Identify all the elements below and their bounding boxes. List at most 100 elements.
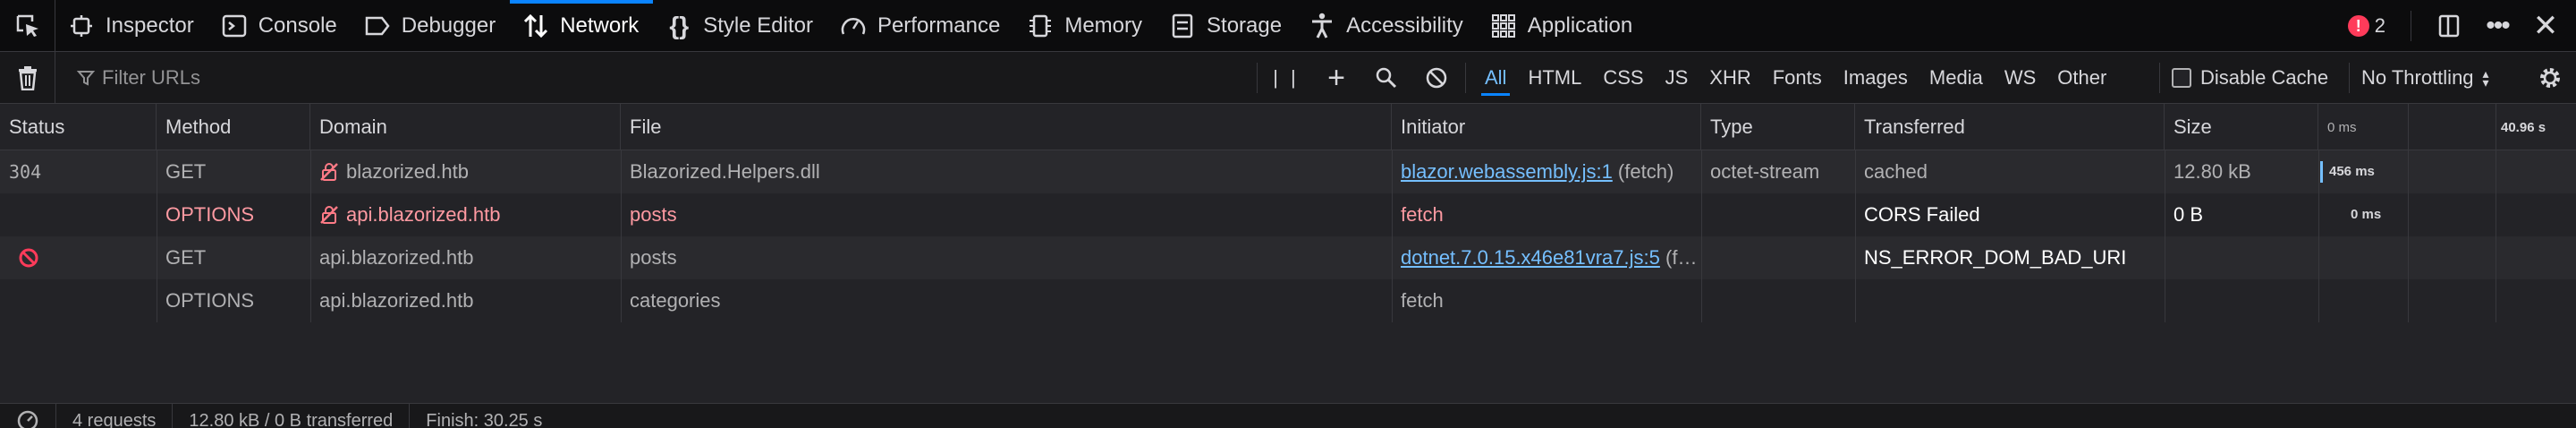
blocked-icon [18,247,39,269]
filter-all-button[interactable]: All [1476,60,1515,96]
column-divider [1701,150,1702,322]
disable-cache-checkbox[interactable] [2172,68,2191,88]
waterfall-timing: 0 ms [2351,207,2382,222]
request-row[interactable]: OPTIONS api.blazorized.htb categories fetch [0,279,2576,322]
element-picker-button[interactable] [0,0,55,52]
filter-ws-button[interactable]: WS [1996,60,2045,96]
network-settings-button[interactable] [2528,52,2572,104]
domain-cell: api.blazorized.htb [310,236,621,279]
clear-requests-button[interactable] [0,51,55,104]
throttling-select[interactable]: No Throttling ▴ ▾ [2361,52,2489,104]
request-row[interactable]: 304 GET blazorized.htb Blazorized.Helpers.d… [0,150,2576,193]
filter-images-button[interactable]: Images [1835,60,1917,96]
tab-inspector[interactable]: Inspector [55,0,208,52]
performance-analysis-button[interactable] [0,404,55,428]
error-icon: ! [2347,15,2369,37]
network-icon [522,13,549,39]
tab-style-editor[interactable]: {} Style Editor [653,0,827,52]
domain-cell: blazorized.htb [310,150,621,193]
stopwatch-icon [17,410,38,428]
filter-css-button[interactable]: CSS [1594,60,1652,96]
request-row[interactable]: GET api.blazorized.htb posts dotnet.7.0.15.… [0,236,2576,279]
tab-label: Application [1527,13,1633,38]
initiator-link[interactable]: blazor.webassembly.js:1 [1401,160,1613,184]
dock-options-button[interactable] [2431,8,2467,44]
type-cell [1701,193,1855,236]
column-method[interactable]: Method [157,104,310,150]
waterfall-timing: 456 ms [2329,164,2375,179]
initiator-cell: fetch [1392,279,1701,322]
filter-urls-input[interactable]: Filter URLs [77,66,1258,90]
error-count-badge[interactable]: ! 2 [2347,14,2385,38]
initiator-cause: fetch [1401,289,1444,312]
size-cell [2165,279,2318,322]
tab-label: Network [560,13,640,38]
error-count: 2 [2374,14,2385,37]
filter-media-button[interactable]: Media [1920,60,1992,96]
memory-icon [1027,13,1054,39]
column-transferred[interactable]: Transferred [1855,104,2165,150]
tab-memory[interactable]: Memory [1014,0,1157,52]
column-file[interactable]: File [621,104,1392,150]
tab-label: Performance [877,13,1001,38]
block-icon [1426,67,1447,89]
waterfall-bar [2320,161,2323,183]
insecure-connection-icon [319,205,339,225]
method-cell: GET [165,246,207,269]
network-toolbar: Filter URLs | | + All HTML CSS JS XHR Fonts Im… [0,51,2576,104]
tab-application[interactable]: Application [1478,0,1647,52]
tab-label: Storage [1207,13,1283,38]
more-options-button[interactable]: ••• [2479,8,2515,44]
column-size[interactable]: Size [2165,104,2318,150]
tab-accessibility[interactable]: Accessibility [1296,0,1478,52]
plus-icon: + [1327,60,1345,95]
block-requests-button[interactable] [1411,52,1462,104]
size-cell: 0 B [2174,203,2204,226]
filter-fonts-button[interactable]: Fonts [1764,60,1831,96]
transferred-cell: cached [1864,160,1928,183]
file-cell: posts [630,246,677,269]
storage-icon [1169,13,1196,39]
tab-storage[interactable]: Storage [1157,0,1296,52]
filter-xhr-button[interactable]: XHR [1700,60,1759,96]
method-cell: OPTIONS [165,289,255,312]
column-domain[interactable]: Domain [310,104,621,150]
type-cell [1701,236,1855,279]
file-cell: posts [630,203,677,226]
divider [1257,63,1258,93]
request-row[interactable]: OPTIONS api.blazorized.htb posts fetch CORS … [0,193,2576,236]
network-statusbar: 4 requests 12.80 kB / 0 B transferred Fi… [0,403,2576,428]
tab-performance[interactable]: Performance [827,0,1014,52]
new-request-button[interactable]: + [1311,52,1361,104]
transferred-cell: CORS Failed [1864,203,1980,226]
disable-cache-toggle[interactable]: Disable Cache [2172,52,2328,104]
status-cell [0,193,157,236]
tab-network[interactable]: Network [510,0,654,52]
close-icon: ✕ [2532,9,2559,43]
status-cell [0,279,157,322]
toolbox-tabbar: Inspector Console Debugger Network {} Style E… [0,0,2576,52]
tab-debugger[interactable]: Debugger [352,0,510,52]
close-toolbox-button[interactable]: ✕ [2528,8,2563,44]
domain-text: blazorized.htb [346,160,469,183]
method-cell: GET [165,160,207,183]
type-cell: octet-stream [1710,160,1820,183]
type-cell [1701,279,1855,322]
ellipsis-icon: ••• [2486,11,2510,40]
tab-label: Debugger [401,13,496,38]
domain-text: api.blazorized.htb [346,203,501,226]
column-initiator[interactable]: Initiator [1392,104,1701,150]
column-status[interactable]: Status [0,104,157,150]
initiator-cause: fetch [1401,203,1444,226]
pause-recording-button[interactable]: | | [1261,52,1311,104]
filter-other-button[interactable]: Other [2048,60,2115,96]
filter-js-button[interactable]: JS [1657,60,1698,96]
column-divider [621,150,622,322]
search-button[interactable] [1361,52,1411,104]
initiator-link[interactable]: dotnet.7.0.15.x46e81vra7.js:5 [1401,246,1660,270]
filter-html-button[interactable]: HTML [1519,60,1590,96]
column-type[interactable]: Type [1701,104,1855,150]
status-cell: 304 [9,161,42,183]
tab-console[interactable]: Console [208,0,352,52]
timeline-gridline [2408,104,2409,322]
